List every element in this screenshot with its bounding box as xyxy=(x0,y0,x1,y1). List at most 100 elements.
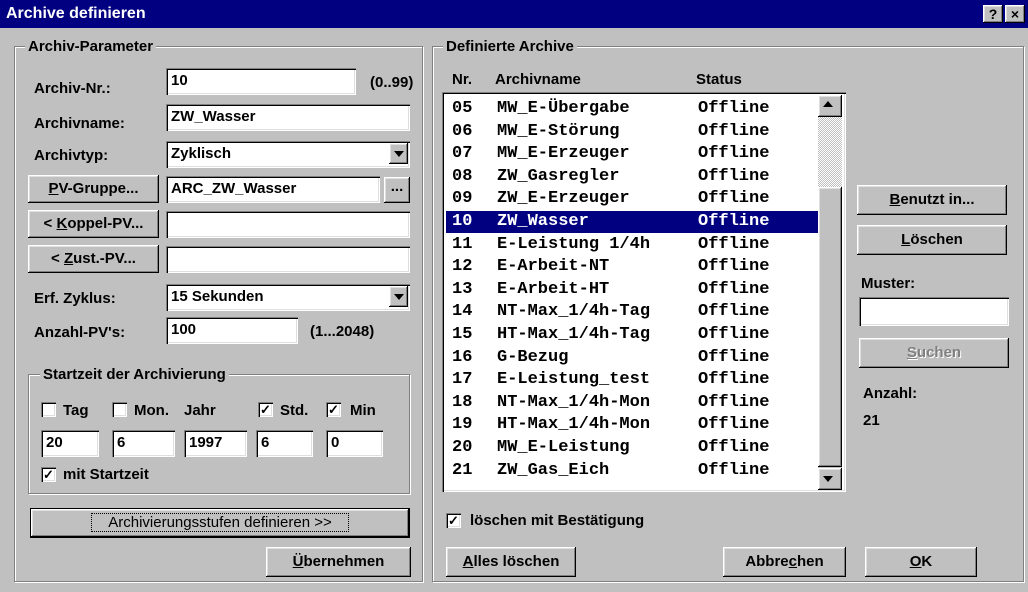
alles-loeschen-button[interactable]: Alles löschen xyxy=(446,547,576,577)
list-item-status: Offline xyxy=(698,166,770,186)
scroll-track[interactable] xyxy=(818,117,842,187)
list-item[interactable]: 07 MW_E-Erzeuger Offline xyxy=(446,143,820,165)
archivierungsstufen-button[interactable]: Archivierungsstufen definieren >> xyxy=(30,508,410,538)
list-item[interactable]: 14 NT-Max_1/4h-Tag Offline xyxy=(446,301,820,323)
archivtyp-select[interactable]: Zyklisch xyxy=(166,141,410,168)
list-item[interactable]: 18 NT-Max_1/4h-Mon Offline xyxy=(446,392,820,414)
loeschen-button[interactable]: Löschen xyxy=(857,225,1007,255)
help-button[interactable]: ? xyxy=(983,5,1003,23)
tag-label: Tag xyxy=(63,402,89,419)
pv-gruppe-browse-button[interactable]: ... xyxy=(384,177,410,203)
min-checkbox[interactable]: ✓ xyxy=(326,402,341,417)
list-item-name: NT-Max_1/4h-Tag xyxy=(497,302,651,322)
benutzt-in-button[interactable]: Benutzt in... xyxy=(857,185,1007,215)
abbrechen-label-accel: c xyxy=(788,553,797,570)
anzahl-pv-field[interactable]: 100 xyxy=(166,317,298,344)
list-item-nr: 06 xyxy=(452,121,473,141)
zust-pv-button[interactable]: < Zust.-PV... xyxy=(28,245,159,273)
koppel-pv-button[interactable]: < Koppel-PV... xyxy=(28,210,159,238)
archivtyp-dropdown-button[interactable] xyxy=(389,143,408,164)
pv-gruppe-button[interactable]: PV-Gruppe... xyxy=(28,175,159,203)
list-item[interactable]: 16 G-Bezug Offline xyxy=(446,347,820,369)
list-item-status: Offline xyxy=(698,325,770,344)
std-checkbox[interactable]: ✓ xyxy=(258,402,273,417)
erf-zyklus-dropdown-button[interactable] xyxy=(389,286,408,307)
archivierungsstufen-label: Archivierungsstufen definieren >> xyxy=(91,513,349,532)
list-item[interactable]: 13 E-Arbeit-HT Offline xyxy=(446,279,820,301)
uebernehmen-button[interactable]: Übernehmen xyxy=(266,547,411,577)
list-item[interactable]: 12 E-Arbeit-NT Offline xyxy=(446,256,820,278)
erf-zyklus-label: Erf. Zyklus: xyxy=(34,290,116,307)
column-header-status[interactable]: Status xyxy=(696,71,742,88)
list-item-status: Offline xyxy=(698,257,770,277)
archivname-label: Archivname: xyxy=(34,115,125,132)
tag-field[interactable]: 20 xyxy=(41,430,99,457)
list-item-nr: 15 xyxy=(452,325,473,344)
list-item[interactable]: 19 HT-Max_1/4h-Mon Offline xyxy=(446,414,820,436)
tag-checkbox[interactable] xyxy=(41,402,56,417)
std-field[interactable]: 6 xyxy=(256,430,313,457)
ok-button[interactable]: OK xyxy=(865,547,977,577)
abbrechen-label: hen xyxy=(797,553,824,570)
mon-field[interactable]: 6 xyxy=(112,430,175,457)
mit-startzeit-checkbox[interactable]: ✓ xyxy=(41,467,56,482)
list-item[interactable]: 17 E-Leistung_test Offline xyxy=(446,369,820,391)
loeschen-bestaetigung-label: löschen mit Bestätigung xyxy=(470,512,645,529)
definierte-archive-title: Definierte Archive xyxy=(443,38,577,55)
mon-checkbox[interactable] xyxy=(112,402,127,417)
muster-field[interactable] xyxy=(859,297,1009,326)
alles-loeschen-label-accel: A xyxy=(462,553,474,570)
benutzt-in-label-accel: B xyxy=(889,191,901,208)
anzahl-pv-range: (1...2048) xyxy=(310,323,375,340)
archive-list-scrollbar[interactable] xyxy=(818,95,842,490)
list-item-status: Offline xyxy=(698,99,770,118)
list-item-name: HT-Max_1/4h-Tag xyxy=(497,325,651,344)
list-item[interactable]: 09 ZW_E-Erzeuger Offline xyxy=(446,188,820,210)
column-header-nr[interactable]: Nr. xyxy=(452,71,472,88)
archivtyp-value: Zyklisch xyxy=(171,145,232,162)
list-item[interactable]: 05 MW_E-Übergabe Offline xyxy=(446,98,820,120)
list-item[interactable]: 08 ZW_Gasregler Offline xyxy=(446,166,820,188)
list-item[interactable]: 10 ZW_Wasser Offline xyxy=(446,211,820,233)
chevron-down-icon xyxy=(394,151,404,157)
list-item[interactable]: 11 E-Leistung 1/4h Offline xyxy=(446,234,820,256)
pv-gruppe-label-accel: P xyxy=(48,180,59,197)
list-item-nr: 21 xyxy=(452,460,473,480)
archiv-nr-range: (0..99) xyxy=(370,74,414,91)
archiv-parameter-title: Archiv-Parameter xyxy=(25,38,157,55)
list-item-status: Offline xyxy=(698,234,770,254)
suchen-button[interactable]: Suchen xyxy=(859,338,1009,368)
archive-list[interactable]: 05 MW_E-Übergabe Offline 06 MW_E-Störung Offl… xyxy=(442,92,846,492)
list-item[interactable]: 15 HT-Max_1/4h-Tag Offline xyxy=(446,324,820,346)
jahr-field[interactable]: 1997 xyxy=(184,430,247,457)
archiv-nr-label: Archiv-Nr.: xyxy=(34,80,111,97)
archiv-nr-field[interactable]: 10 xyxy=(166,68,356,95)
loeschen-bestaetigung-checkbox[interactable]: ✓ xyxy=(446,513,461,528)
abbrechen-button[interactable]: Abbrechen xyxy=(723,547,846,577)
title-bar[interactable]: Archive definieren ? × xyxy=(0,0,1028,28)
mit-startzeit-label: mit Startzeit xyxy=(63,466,149,483)
list-item[interactable]: 21 ZW_Gas_Eich Offline xyxy=(446,460,820,482)
scroll-thumb[interactable] xyxy=(818,187,842,467)
min-field[interactable]: 0 xyxy=(326,430,383,457)
pv-gruppe-field[interactable]: ARC_ZW_Wasser xyxy=(166,176,380,203)
archivname-field[interactable]: ZW_Wasser xyxy=(166,104,410,131)
column-header-archivname[interactable]: Archivname xyxy=(495,71,581,88)
benutzt-in-label: enutzt in... xyxy=(900,191,975,208)
list-item-status: Offline xyxy=(698,279,770,299)
scroll-up-button[interactable] xyxy=(818,95,842,117)
list-item-name: NT-Max_1/4h-Mon xyxy=(497,392,651,412)
list-item[interactable]: 06 MW_E-Störung Offline xyxy=(446,121,820,143)
zust-pv-field[interactable] xyxy=(166,246,410,273)
mon-label: Mon. xyxy=(134,402,169,419)
list-item-name: ZW_Wasser xyxy=(497,212,589,231)
close-icon: × xyxy=(1010,6,1020,22)
list-item[interactable]: 20 MW_E-Leistung Offline xyxy=(446,437,820,459)
koppel-pv-field[interactable] xyxy=(166,211,410,238)
erf-zyklus-select[interactable]: 15 Sekunden xyxy=(166,284,410,311)
list-item-status: Offline xyxy=(698,347,770,367)
ok-label-accel: O xyxy=(909,553,922,570)
scroll-down-button[interactable] xyxy=(818,468,842,490)
close-button[interactable]: × xyxy=(1005,5,1025,23)
anzahl-value: 21 xyxy=(863,412,880,429)
